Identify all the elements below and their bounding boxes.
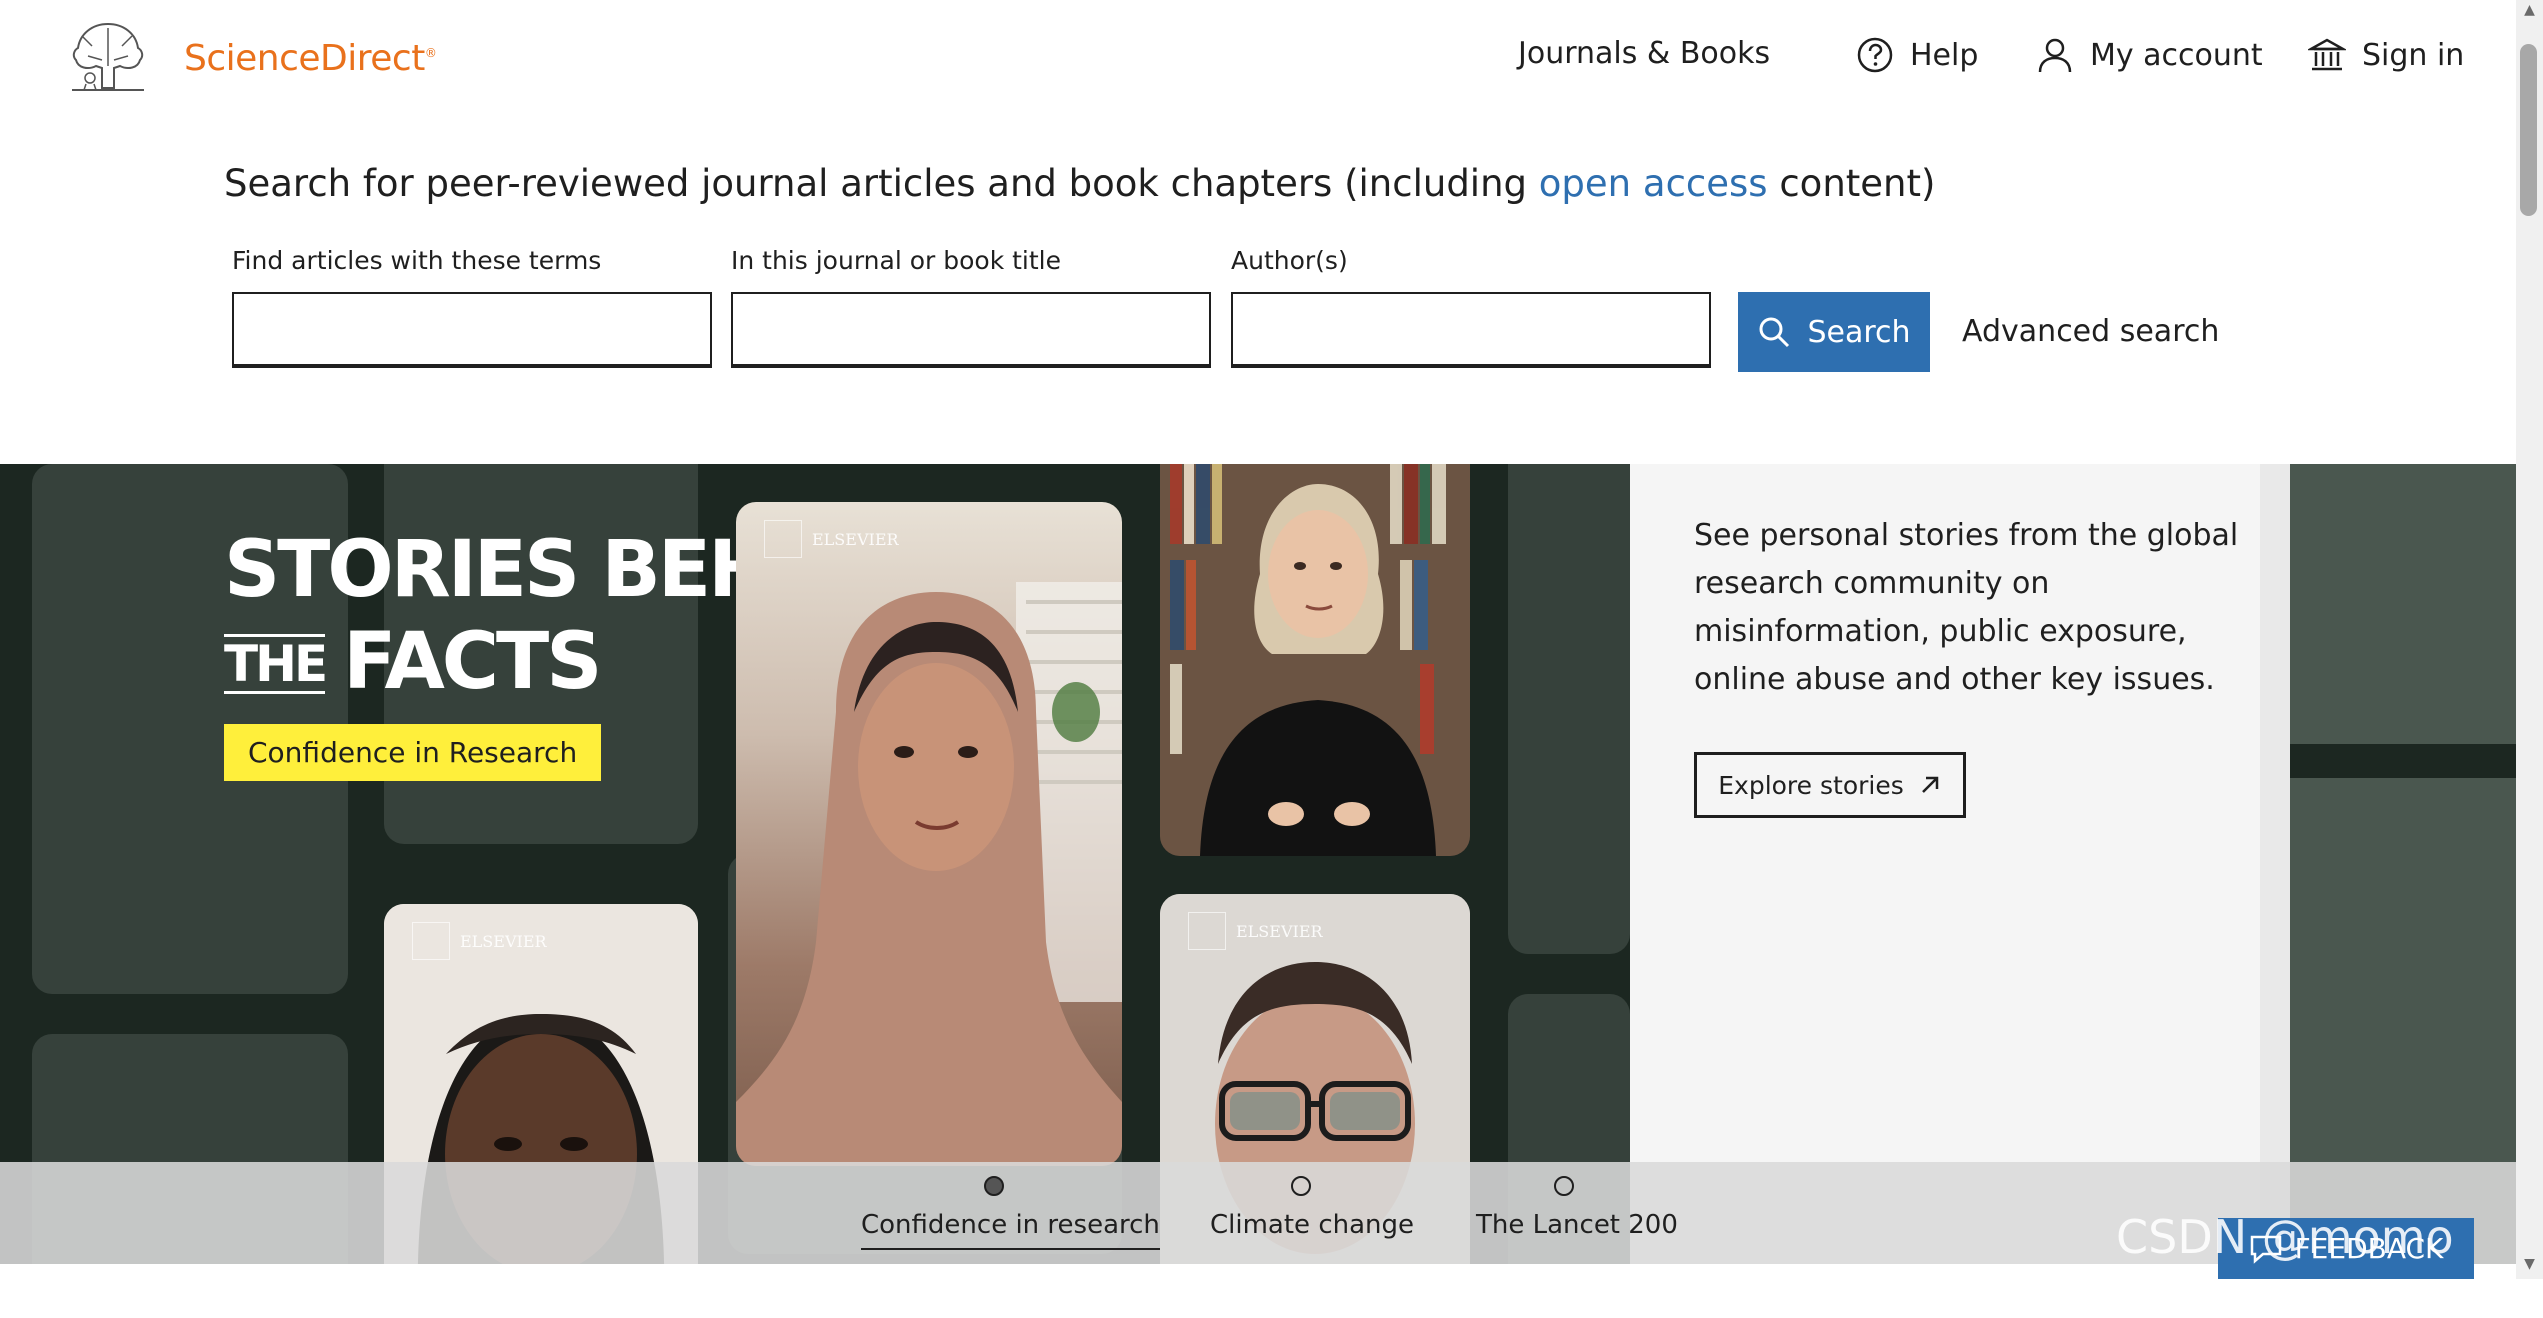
- carousel-tab-lancet[interactable]: The Lancet 200: [1476, 1210, 1678, 1240]
- nav-help-label: Help: [1910, 37, 1979, 73]
- elsevier-watermark-label: ELSEVIER: [812, 529, 899, 549]
- journal-title-input[interactable]: [731, 292, 1211, 368]
- video-card-researcher-1[interactable]: ELSEVIER: [736, 502, 1122, 1166]
- carousel-dot-1[interactable]: [984, 1176, 1004, 1196]
- external-arrow-icon: [1921, 776, 1938, 793]
- elsevier-watermark-label: ELSEVIER: [460, 931, 547, 951]
- terms-input[interactable]: [232, 292, 712, 368]
- scroll-down-arrow-icon[interactable]: ▼: [2518, 1256, 2541, 1276]
- help-circle-icon: [1857, 37, 1893, 73]
- title-the: THE: [224, 634, 328, 694]
- nav-journals-books-label: Journals & Books: [1518, 36, 1771, 71]
- search-headline: Search for peer-reviewed journal article…: [224, 162, 1935, 205]
- explore-stories-label: Explore stories: [1718, 770, 1904, 800]
- author-input[interactable]: [1231, 292, 1711, 368]
- carousel-dot-3[interactable]: [1554, 1176, 1574, 1196]
- institution-icon: [2308, 38, 2346, 71]
- title-line-2: FACTS: [343, 617, 602, 707]
- search-button-label: Search: [1807, 314, 1911, 350]
- hero-banner: STORIES BEHIND THE FACTS Confidence in R…: [0, 464, 2516, 1264]
- csdn-watermark: CSDN @momo 123: [2116, 1210, 2454, 1318]
- carousel-dot-2[interactable]: [1291, 1176, 1311, 1196]
- advanced-search-link[interactable]: Advanced search: [1962, 314, 2219, 349]
- headline-text-after: content): [1767, 162, 1936, 205]
- nav-sign-in-label: Sign in: [2362, 37, 2465, 73]
- journal-field-label: In this journal or book title: [731, 246, 1061, 275]
- scrollbar-thumb[interactable]: [2520, 44, 2537, 216]
- nav-help[interactable]: Help: [1856, 36, 1978, 74]
- hero-description: See personal stories from the global res…: [1694, 518, 2239, 697]
- author-field-label: Author(s): [1231, 246, 1348, 275]
- brand-name[interactable]: ScienceDirect®: [184, 38, 437, 79]
- user-icon: [2038, 38, 2072, 73]
- carousel-tab-climate[interactable]: Climate change: [1210, 1210, 1414, 1240]
- search-icon: [1759, 317, 1790, 348]
- explore-stories-button[interactable]: Explore stories: [1694, 752, 1966, 818]
- hero-bg-tile: [1508, 464, 1630, 954]
- terms-field-label: Find articles with these terms: [232, 246, 602, 275]
- hero-green-tile: [2290, 464, 2516, 744]
- scroll-up-arrow-icon[interactable]: ▲: [2518, 2, 2541, 22]
- video-card-researcher-2[interactable]: [1160, 464, 1470, 856]
- elsevier-watermark: ELSEVIER: [1188, 912, 1323, 950]
- carousel-tab-confidence[interactable]: Confidence in research: [861, 1210, 1160, 1250]
- elsevier-watermark-label: ELSEVIER: [1236, 921, 1323, 941]
- open-access-link[interactable]: open access: [1539, 162, 1768, 205]
- nav-my-account[interactable]: My account: [2036, 36, 2263, 74]
- nav-journals-books[interactable]: Journals & Books: [1518, 36, 1770, 71]
- nav-sign-in[interactable]: Sign in: [2308, 36, 2464, 74]
- confidence-research-badge: Confidence in Research: [224, 724, 602, 781]
- brand-registered-mark: ®: [424, 46, 437, 60]
- elsevier-watermark: ELSEVIER: [764, 520, 899, 558]
- elsevier-watermark: ELSEVIER: [412, 922, 547, 960]
- search-button[interactable]: Search: [1738, 292, 1930, 372]
- nav-my-account-label: My account: [2090, 37, 2263, 73]
- elsevier-tree-logo[interactable]: [62, 16, 154, 96]
- brand-text: ScienceDirect: [184, 38, 425, 79]
- headline-text-before: Search for peer-reviewed journal article…: [224, 162, 1539, 205]
